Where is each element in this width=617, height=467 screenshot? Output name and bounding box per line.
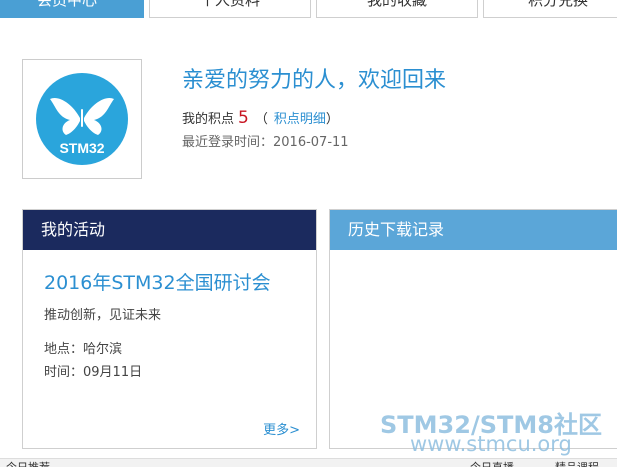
tab-points-exchange[interactable]: 积分兑换 xyxy=(483,0,617,18)
tab-label: 会员中心 xyxy=(36,0,97,9)
bottom-bar: 今日推荐 今日直播 精品课程 xyxy=(0,458,617,467)
event-place: 地点：哈尔滨 xyxy=(44,342,123,357)
tab-member-center[interactable]: 会员中心 xyxy=(0,0,144,18)
bottom-live[interactable]: 今日直播 xyxy=(470,459,514,467)
top-tabs: 会员中心 个人资料 我的收藏 积分兑换 xyxy=(0,0,617,18)
last-login-time: 最近登录时间：2016-07-11 xyxy=(182,135,349,150)
avatar-logo-text: STM32 xyxy=(59,140,104,156)
avatar[interactable]: STM32 xyxy=(22,59,142,179)
points-label: 我的积点 xyxy=(182,112,235,127)
bottom-recommend[interactable]: 今日推荐 xyxy=(6,459,50,467)
activity-panel-header: 我的活动 xyxy=(23,210,316,250)
my-activity-panel: 我的活动 2016年STM32全国研讨会 推动创新，见证未来 地点：哈尔滨 时间… xyxy=(22,209,317,449)
event-slogan: 推动创新，见证未来 xyxy=(44,308,162,323)
tab-label: 积分兑换 xyxy=(527,0,588,9)
bottom-courses[interactable]: 精品课程 xyxy=(555,459,599,467)
tab-label: 我的收藏 xyxy=(366,0,427,9)
points-row: 我的积点 5 （积点明细） xyxy=(182,108,339,128)
more-link[interactable]: 更多> xyxy=(263,419,300,438)
tab-profile[interactable]: 个人资料 xyxy=(149,0,311,18)
watermark-url: www.stmcu.org xyxy=(410,432,572,456)
tab-favorites[interactable]: 我的收藏 xyxy=(316,0,478,18)
welcome-message: 亲爱的努力的人，欢迎回来 xyxy=(182,68,447,93)
tab-label: 个人资料 xyxy=(199,0,260,9)
event-time: 时间：09月11日 xyxy=(44,365,143,380)
stm32-logo-icon: STM32 xyxy=(36,73,128,165)
event-title-link[interactable]: 2016年STM32全国研讨会 xyxy=(44,268,271,295)
points-detail-link[interactable]: 积点明细 xyxy=(274,112,326,127)
history-panel-header: 历史下载记录 xyxy=(330,210,617,250)
points-value: 5 xyxy=(238,108,249,128)
